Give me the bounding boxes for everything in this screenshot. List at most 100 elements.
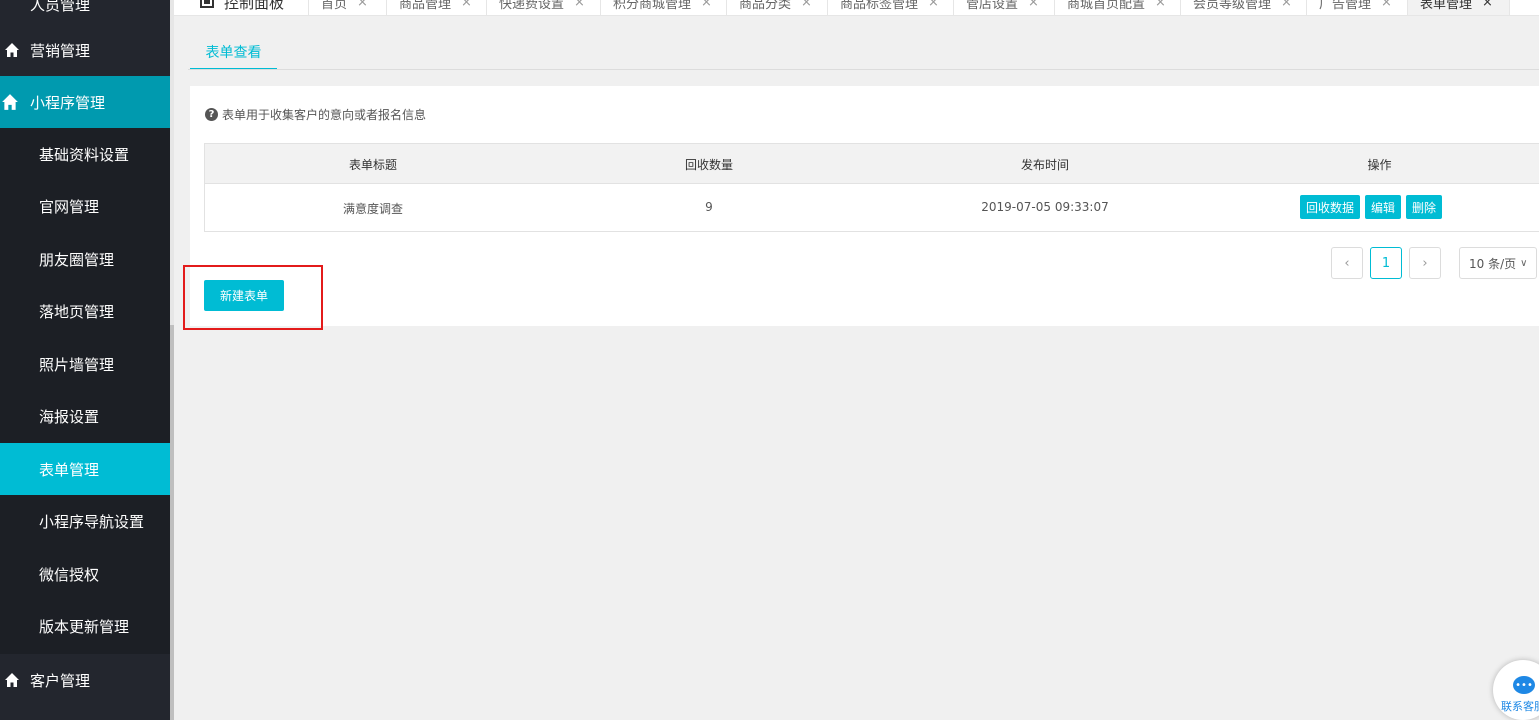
sidebar-item-forms[interactable]: 表单管理 bbox=[0, 443, 170, 495]
tab-homepage-config[interactable]: 商城首页配置 × bbox=[1055, 0, 1181, 15]
question-icon: ? bbox=[205, 108, 218, 121]
close-icon[interactable]: × bbox=[928, 0, 939, 10]
close-icon[interactable]: × bbox=[801, 0, 812, 10]
sidebar-item-label: 营销管理 bbox=[30, 41, 91, 60]
tip-text: 表单用于收集客户的意向或者报名信息 bbox=[222, 108, 427, 122]
sidebar-item-miniprogram[interactable]: 小程序管理 bbox=[0, 76, 170, 128]
sidebar-item-website[interactable]: 官网管理 bbox=[0, 180, 170, 232]
column-header-published: 发布时间 bbox=[1020, 158, 1069, 172]
sidebar-item-version-update[interactable]: 版本更新管理 bbox=[0, 600, 170, 652]
sidebar-item-label: 小程序管理 bbox=[30, 93, 106, 112]
sidebar-item-wechat-auth[interactable]: 微信授权 bbox=[0, 548, 170, 600]
tab-label: 首页 bbox=[321, 0, 348, 12]
tab-categories[interactable]: 商品分类 × bbox=[727, 0, 828, 15]
close-icon[interactable]: × bbox=[1155, 0, 1166, 10]
chevron-right-icon: › bbox=[1422, 255, 1428, 271]
close-icon[interactable]: × bbox=[1381, 0, 1392, 10]
sidebar-item-basic-settings[interactable]: 基础资料设置 bbox=[0, 128, 170, 180]
close-icon[interactable]: × bbox=[461, 0, 472, 10]
home-icon bbox=[5, 673, 19, 687]
divider bbox=[188, 69, 1539, 70]
sidebar-item-staff[interactable]: 人员管理 bbox=[0, 0, 170, 24]
sidebar-item-label: 朋友圈管理 bbox=[39, 250, 115, 269]
customer-service-label: 联系客服 bbox=[1501, 700, 1539, 713]
sidebar-item-label: 基础资料设置 bbox=[39, 145, 130, 164]
close-icon[interactable]: × bbox=[1482, 0, 1493, 10]
tab-tags[interactable]: 商品标签管理 × bbox=[828, 0, 954, 15]
sidebar-submenu: 基础资料设置 官网管理 朋友圈管理 落地页管理 照片墙管理 海报设置 表单管理 … bbox=[0, 128, 170, 654]
tab-home[interactable]: 首页 × bbox=[309, 0, 387, 15]
sidebar: 人员管理 营销管理 小程序管理 基础资料设置 官网管理 朋友圈管理 落地页管理 … bbox=[0, 0, 170, 720]
page-size-label: 10 条/页 bbox=[1469, 256, 1517, 271]
close-icon[interactable]: × bbox=[357, 0, 368, 10]
customer-service-button[interactable]: ••• 联系客服 bbox=[1493, 660, 1539, 720]
tab-label: 控制面板 bbox=[224, 0, 285, 12]
prev-page-button[interactable]: ‹ bbox=[1331, 247, 1363, 279]
sidebar-item-nav-settings[interactable]: 小程序导航设置 bbox=[0, 495, 170, 547]
tab-label: 商品分类 bbox=[739, 0, 792, 12]
row-actions: 回收数据 编辑 删除 bbox=[1300, 195, 1443, 219]
close-icon[interactable]: × bbox=[701, 0, 712, 10]
tab-form-view[interactable]: 表单查看 bbox=[190, 42, 277, 70]
sidebar-item-poster[interactable]: 海报设置 bbox=[0, 390, 170, 442]
page-button[interactable]: 1 bbox=[1370, 247, 1402, 279]
tab-dashboard[interactable]: 控制面板 bbox=[188, 0, 309, 15]
tab-label: 商品管理 bbox=[399, 0, 452, 12]
cell-count: 9 bbox=[705, 200, 713, 214]
scrollbar-thumb[interactable] bbox=[170, 325, 174, 720]
close-icon[interactable]: × bbox=[1281, 0, 1292, 10]
next-page-button[interactable]: › bbox=[1409, 247, 1441, 279]
close-icon[interactable]: × bbox=[574, 0, 585, 10]
tab-label: 表单管理 bbox=[1420, 0, 1473, 12]
tab-label: 表单查看 bbox=[205, 45, 262, 61]
tab-bar: 控制面板 首页 × 商品管理 × 快递费设置 × 积分商城管理 × 商品分类 × 商品标签… bbox=[174, 0, 1539, 16]
tab-store-settings[interactable]: 管店设置 × bbox=[954, 0, 1055, 15]
tab-label: 广告管理 bbox=[1319, 0, 1372, 12]
chevron-down-icon: ∨ bbox=[1520, 257, 1528, 269]
sidebar-item-marketing[interactable]: 营销管理 bbox=[0, 24, 170, 76]
sidebar-item-customers[interactable]: 客户管理 bbox=[0, 654, 170, 706]
tab-label: 管店设置 bbox=[966, 0, 1019, 12]
delete-button[interactable]: 删除 bbox=[1406, 195, 1443, 219]
collect-data-button[interactable]: 回收数据 bbox=[1300, 195, 1361, 219]
sidebar-item-label: 小程序导航设置 bbox=[39, 512, 145, 531]
tab-label: 会员等级管理 bbox=[1193, 0, 1272, 12]
column-header-actions: 操作 bbox=[1367, 158, 1392, 172]
page-size-select[interactable]: 10 条/页 ∨ bbox=[1459, 247, 1537, 279]
sidebar-scrollbar[interactable] bbox=[170, 0, 174, 720]
home-icon bbox=[2, 94, 18, 110]
sidebar-item-label: 官网管理 bbox=[39, 197, 100, 216]
dashboard-icon bbox=[200, 0, 214, 8]
tab-label: 积分商城管理 bbox=[613, 0, 692, 12]
help-tip: ? 表单用于收集客户的意向或者报名信息 bbox=[205, 106, 426, 123]
tab-member-levels[interactable]: 会员等级管理 × bbox=[1181, 0, 1307, 15]
edit-button[interactable]: 编辑 bbox=[1365, 195, 1402, 219]
table-header: 表单标题 回收数量 发布时间 操作 bbox=[205, 144, 1539, 184]
sidebar-item-label: 表单管理 bbox=[39, 460, 100, 479]
tab-ads[interactable]: 广告管理 × bbox=[1307, 0, 1408, 15]
sidebar-item-photo-wall[interactable]: 照片墙管理 bbox=[0, 338, 170, 390]
close-icon[interactable]: × bbox=[1028, 0, 1039, 10]
tab-label: 快递费设置 bbox=[499, 0, 565, 12]
tab-label: 商城首页配置 bbox=[1067, 0, 1146, 12]
tab-shipping[interactable]: 快递费设置 × bbox=[487, 0, 601, 15]
page-number: 1 bbox=[1381, 255, 1391, 271]
cell-title: 满意度调查 bbox=[342, 202, 403, 216]
tab-label: 商品标签管理 bbox=[840, 0, 919, 12]
sidebar-item-label: 版本更新管理 bbox=[39, 617, 130, 636]
sidebar-item-label: 照片墙管理 bbox=[39, 355, 115, 374]
sidebar-item-moments[interactable]: 朋友圈管理 bbox=[0, 233, 170, 285]
sidebar-item-label: 海报设置 bbox=[39, 407, 100, 426]
column-header-count: 回收数量 bbox=[684, 158, 733, 172]
tab-forms[interactable]: 表单管理 × bbox=[1408, 0, 1510, 15]
tab-points-mall[interactable]: 积分商城管理 × bbox=[601, 0, 727, 15]
forms-table: 表单标题 回收数量 发布时间 操作 满意度调查 9 2019-07-05 09:… bbox=[204, 143, 1539, 232]
chevron-left-icon: ‹ bbox=[1344, 255, 1350, 271]
sidebar-item-landing-page[interactable]: 落地页管理 bbox=[0, 285, 170, 337]
home-icon bbox=[5, 43, 19, 57]
sidebar-item-label: 微信授权 bbox=[39, 565, 100, 584]
tab-products[interactable]: 商品管理 × bbox=[387, 0, 487, 15]
sidebar-item-label: 客户管理 bbox=[30, 671, 91, 690]
chat-icon: ••• bbox=[1513, 676, 1535, 694]
highlight-annotation bbox=[183, 265, 323, 330]
